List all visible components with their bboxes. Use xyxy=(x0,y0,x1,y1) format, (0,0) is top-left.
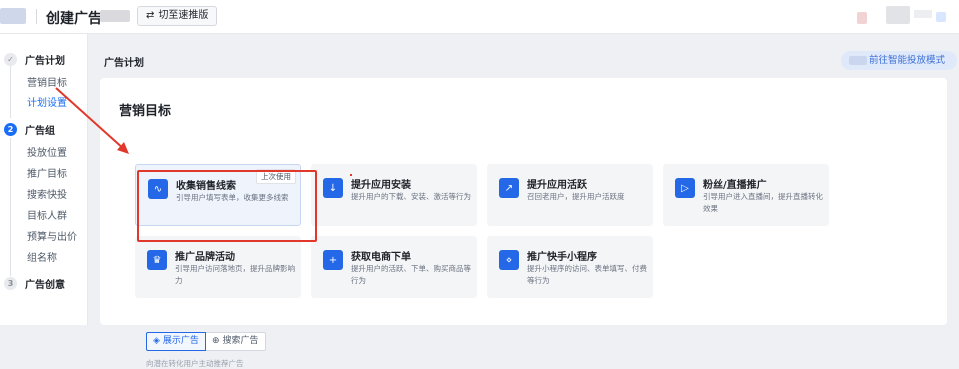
tab-display-ad[interactable]: ◈ 展示广告 xyxy=(146,332,206,351)
annotation-arrow xyxy=(55,87,129,154)
tab-search-ad[interactable]: ⊕ 搜索广告 xyxy=(205,332,266,351)
tab-label: 展示广告 xyxy=(162,336,199,346)
tab-hint: 向潜在转化用户主动推荐广告 xyxy=(146,359,244,368)
search-icon: ⊕ xyxy=(211,336,220,346)
ad-type-tabs: ◈ 展示广告 ⊕ 搜索广告 xyxy=(146,332,266,351)
tab-label: 搜索广告 xyxy=(222,336,259,346)
shield-icon: ◈ xyxy=(153,336,160,346)
